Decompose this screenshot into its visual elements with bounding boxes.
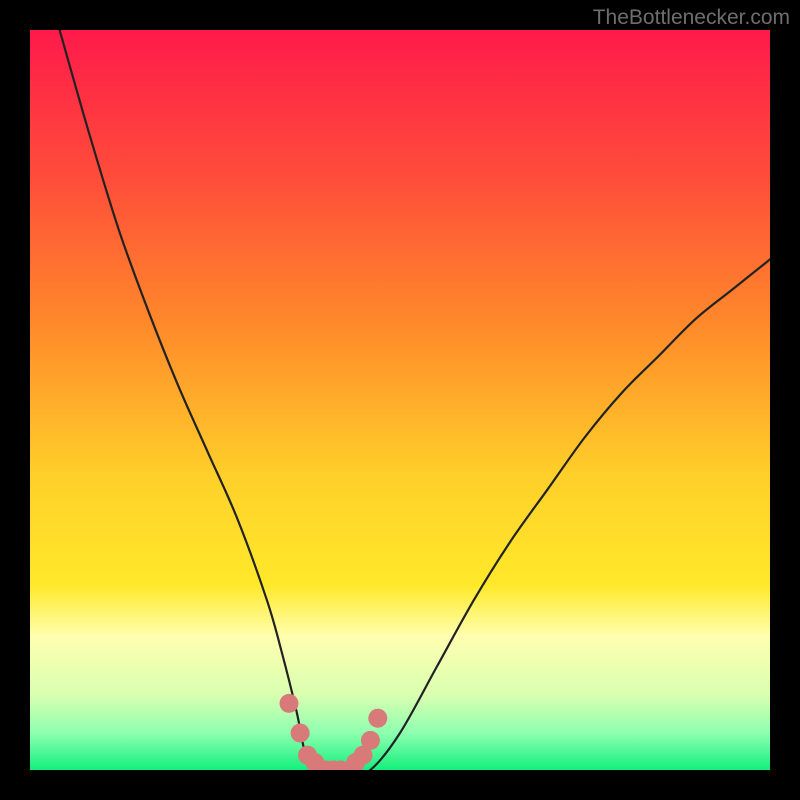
marker-point bbox=[291, 724, 310, 743]
plot-wrapper bbox=[30, 30, 770, 770]
marker-point bbox=[368, 709, 387, 728]
marker-point bbox=[361, 731, 380, 750]
chart-svg bbox=[30, 30, 770, 770]
gradient-background bbox=[30, 30, 770, 770]
watermark-text: TheBottlenecker.com bbox=[593, 6, 790, 30]
chart-frame: TheBottlenecker.com bbox=[0, 0, 800, 800]
marker-point bbox=[280, 694, 299, 713]
